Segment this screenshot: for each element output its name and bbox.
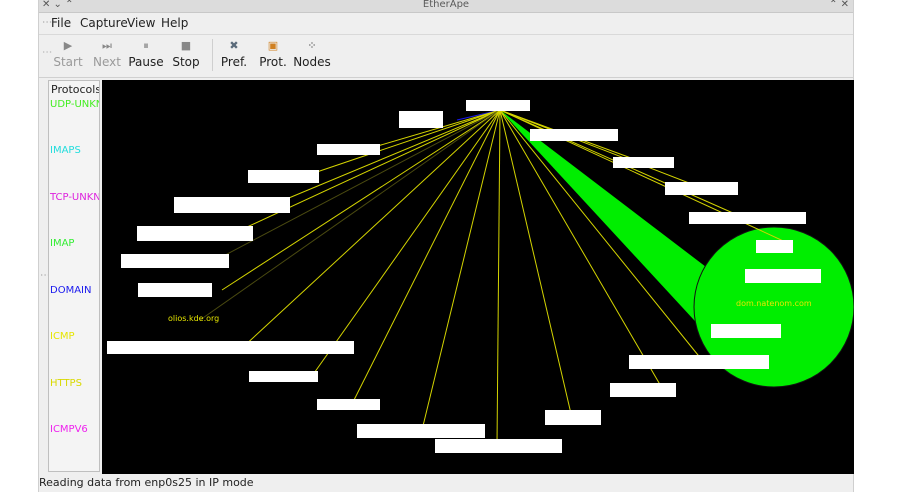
protocol-item: IMAPS [50, 145, 81, 156]
protocol-item: UDP-UNKN [50, 99, 100, 110]
network-graph[interactable]: olios.kde.org dom.natenom.com [102, 80, 854, 474]
stop-label: Stop [172, 55, 200, 69]
network-graph-canvas[interactable]: olios.kde.org dom.natenom.com [102, 80, 854, 474]
node-label-box[interactable] [249, 371, 318, 382]
node-label-box[interactable] [756, 240, 793, 253]
prot-label: Prot. [259, 55, 287, 69]
node-label-box[interactable] [317, 399, 380, 410]
status-bar: Reading data from enp0s25 in IP mode [39, 475, 853, 492]
link [499, 109, 573, 419]
node-label-box[interactable] [121, 254, 229, 268]
node-label-box[interactable] [530, 129, 618, 141]
node-label-box[interactable] [689, 212, 806, 224]
toolbar-separator [212, 39, 213, 71]
node-label-box[interactable] [665, 182, 738, 195]
node-label-box[interactable] [711, 324, 781, 338]
menu-capture[interactable]: Capture [80, 16, 128, 30]
node-label-box[interactable] [745, 269, 821, 283]
node-label-box[interactable] [137, 226, 253, 241]
protocol-item: DOMAIN [50, 285, 92, 296]
status-text: Reading data from enp0s25 in IP mode [39, 476, 254, 489]
protocols-button[interactable]: ▣ Prot. [253, 37, 293, 69]
menu-view[interactable]: View [127, 16, 155, 30]
protocol-item: TCP-UNKN [50, 192, 100, 203]
preferences-button[interactable]: ✖ Pref. [214, 37, 254, 69]
menu-help[interactable]: Help [161, 16, 188, 30]
node-label-box[interactable] [629, 355, 769, 369]
toolbar: ⋮ ▶ Start ⏭ Next ⏸ Pause ■ Stop ✖ Pref. … [39, 35, 853, 78]
link [496, 109, 501, 446]
link [421, 109, 501, 431]
nodes-icon: ⁘ [307, 39, 317, 52]
protocol-item: IMAP [50, 238, 75, 249]
node-label-box[interactable] [613, 157, 674, 168]
next-label: Next [93, 55, 121, 69]
node-label-box[interactable] [610, 383, 676, 397]
protocol-item: ICMP [50, 331, 75, 342]
node-label-box[interactable] [545, 410, 601, 425]
skip-next-icon: ⏭ [102, 39, 112, 52]
node-label-box[interactable] [248, 170, 319, 183]
node-label-box[interactable] [435, 439, 562, 453]
pause-label: Pause [128, 55, 164, 69]
stop-icon: ■ [180, 39, 192, 52]
node-label-box[interactable] [107, 341, 354, 354]
protocols-panel: Protocols UDP-UNKN IMAPS TCP-UNKN IMAP D… [48, 80, 100, 472]
protocol-item: HTTPS [50, 378, 82, 389]
node-label-box[interactable] [399, 111, 443, 128]
protocols-icon: ▣ [267, 39, 279, 52]
next-button[interactable]: ⏭ Next [87, 37, 127, 69]
node-label-box[interactable] [357, 424, 485, 438]
pref-label: Pref. [220, 55, 248, 69]
window-controls-right[interactable]: ⌃ ✕ [829, 0, 849, 10]
app-window: ✕ ⌄ ⌃ EtherApe ⌃ ✕ ⋮ File Capture View H… [38, 0, 854, 492]
window-title: EtherApe [422, 0, 470, 10]
preferences-icon: ✖ [229, 39, 239, 52]
node-label-box[interactable] [174, 197, 290, 213]
link [499, 109, 703, 189]
nodes-label: Nodes [293, 55, 331, 69]
menu-bar: ⋮ File Capture View Help [39, 12, 853, 35]
stop-button[interactable]: ■ Stop [166, 37, 206, 69]
node-label-left[interactable]: olios.kde.org [168, 314, 219, 323]
link [271, 109, 501, 206]
protocols-header: Protocols [51, 83, 100, 96]
nodes-button[interactable]: ⁘ Nodes [292, 37, 332, 69]
start-button[interactable]: ▶ Start [48, 37, 88, 69]
node-label-box[interactable] [466, 100, 530, 111]
node-label-box[interactable] [138, 283, 212, 297]
play-icon: ▶ [63, 39, 73, 52]
pause-icon: ⏸ [143, 39, 149, 52]
pause-button[interactable]: ⏸ Pause [126, 37, 166, 69]
protocol-item: ICMPV6 [50, 424, 88, 435]
start-label: Start [53, 55, 83, 69]
node-label-box[interactable] [317, 144, 380, 155]
menu-file[interactable]: File [51, 16, 71, 30]
node-label-right[interactable]: dom.natenom.com [736, 299, 812, 308]
